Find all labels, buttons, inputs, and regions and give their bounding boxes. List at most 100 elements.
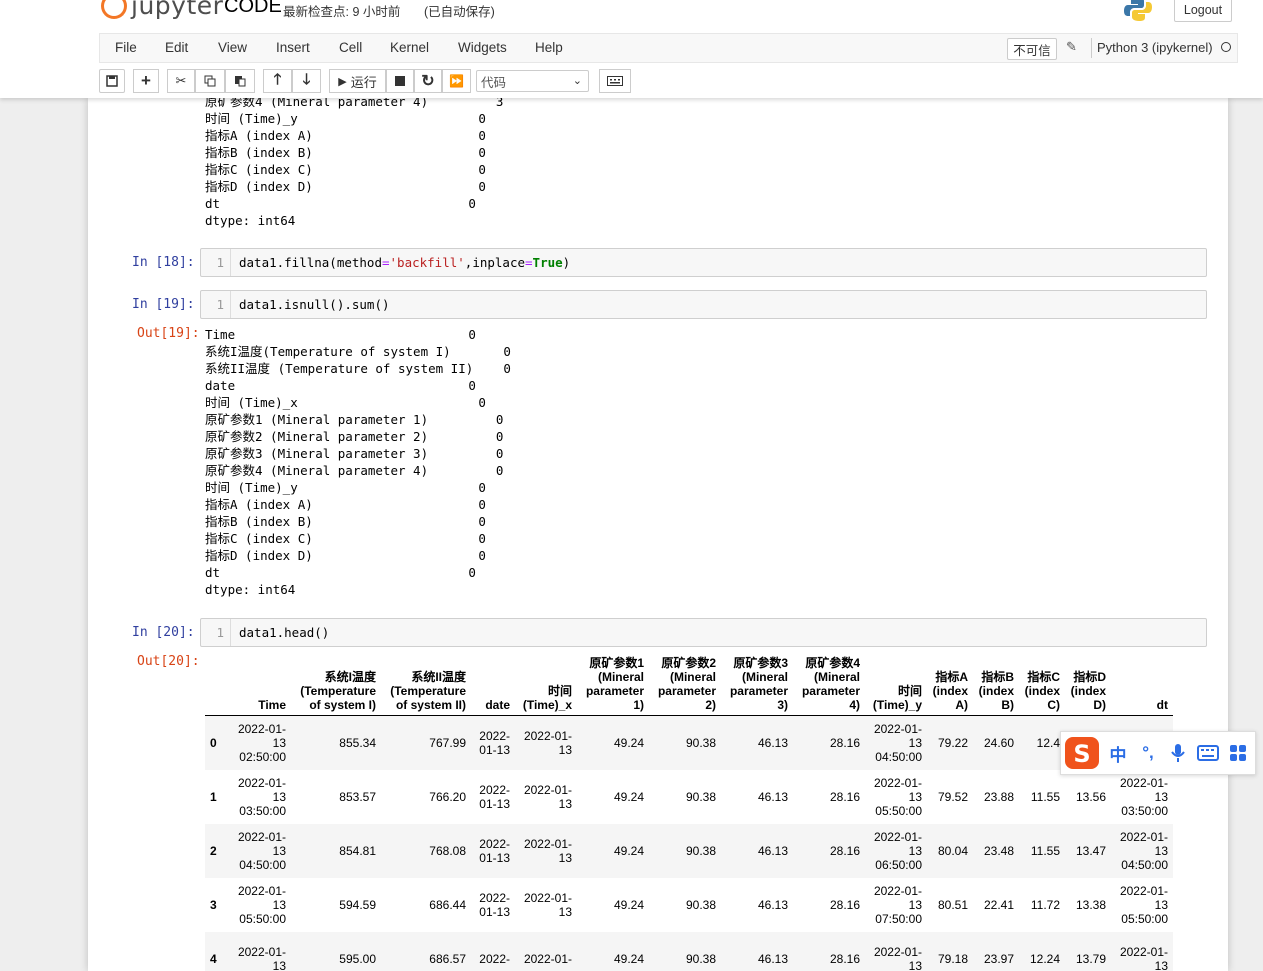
- table-cell: 11.72: [1030, 898, 1060, 912]
- ime-punctuation-toggle[interactable]: °,: [1133, 743, 1163, 763]
- menu-view[interactable]: View: [218, 40, 247, 55]
- cell-20-editor[interactable]: 1 data1.head(): [200, 618, 1207, 647]
- fast-forward-icon: ⏩: [449, 74, 464, 88]
- table-cell: 2022-01-13: [479, 891, 510, 919]
- insert-cell-button[interactable]: +: [133, 69, 159, 93]
- table-cell: 2022-01-13: [479, 729, 510, 757]
- table-cell: 2022-01-13 06:50:00: [873, 830, 922, 872]
- dataframe-table: Time 系统I温度 (Temperature of system I) 系统I…: [205, 653, 1173, 971]
- table-cell: 2022-01-13 04:50:00: [873, 722, 922, 764]
- table-cell: 79.18: [937, 952, 968, 966]
- table-cell: 594.59: [339, 898, 376, 912]
- table-cell: 28.16: [829, 952, 860, 966]
- paste-icon: [235, 76, 246, 87]
- scissors-icon: ✂: [175, 73, 187, 88]
- cell-18-code[interactable]: data1.fillna(method='backfill',inplace=T…: [239, 249, 570, 276]
- table-cell: 23.48: [983, 844, 1014, 858]
- play-icon: ▶: [338, 75, 347, 88]
- table-cell: 49.24: [613, 844, 644, 858]
- table-cell: 595.00: [339, 952, 376, 966]
- menu-insert[interactable]: Insert: [276, 40, 310, 55]
- menu-file[interactable]: File: [115, 40, 137, 55]
- microphone-icon[interactable]: [1163, 743, 1193, 763]
- table-cell: 766.20: [429, 790, 466, 804]
- table-cell: 90.38: [685, 844, 716, 858]
- table-row: 4 2022-01-13 595.00 686.57 2022- 2022-01- 49.2…: [205, 932, 1173, 971]
- ime-toolbar[interactable]: S 中 °,: [1060, 731, 1256, 775]
- kernel-name[interactable]: Python 3 (ipykernel): [1097, 40, 1213, 55]
- copy-button[interactable]: [195, 69, 225, 93]
- table-cell: 2022-01-13 05:50:00: [237, 884, 286, 926]
- table-cell: 28.16: [829, 844, 860, 858]
- cell-17-output: 原矿参数4 (Mineral parameter 4) 3 时间 (Time)_…: [205, 98, 504, 228]
- restart-button[interactable]: ↻: [414, 69, 442, 93]
- menu-widgets[interactable]: Widgets: [458, 40, 507, 55]
- row-index: 3: [210, 898, 217, 912]
- logout-button[interactable]: Logout: [1174, 0, 1232, 22]
- row-index: 4: [210, 952, 217, 966]
- table-cell: 2022-01-13 05:50:00: [873, 776, 922, 818]
- table-cell: 2022-01-13: [873, 945, 922, 971]
- keyboard-icon: [607, 76, 623, 86]
- cell-18-editor[interactable]: 1 data1.fillna(method='backfill',inplace…: [200, 248, 1207, 277]
- table-cell: 767.99: [429, 736, 466, 750]
- cell-19-code[interactable]: data1.isnull().sum(): [239, 291, 390, 318]
- command-palette-button[interactable]: [599, 69, 631, 93]
- cut-button[interactable]: ✂: [167, 69, 195, 93]
- sogou-logo-icon[interactable]: S: [1063, 735, 1103, 771]
- jupyter-logo-icon: [101, 0, 127, 19]
- table-cell: 686.57: [429, 952, 466, 966]
- table-cell: 80.51: [937, 898, 968, 912]
- menu-help[interactable]: Help: [535, 40, 563, 55]
- line-number: 1: [201, 249, 231, 276]
- index-header: [205, 653, 229, 716]
- table-cell: 12.24: [1029, 952, 1060, 966]
- autosave-status: (已自动保存): [424, 5, 495, 19]
- row-index: 0: [210, 736, 217, 750]
- cell-20-code[interactable]: data1.head(): [239, 619, 329, 646]
- column-header: 系统II温度 (Temperature of system II): [390, 670, 466, 712]
- cell-19-editor[interactable]: 1 data1.isnull().sum(): [200, 290, 1207, 319]
- cell-type-select[interactable]: 代码 ⌄: [476, 70, 589, 92]
- notebook-name[interactable]: CODE: [224, 0, 282, 18]
- move-down-button[interactable]: 🡓: [292, 69, 321, 93]
- column-header: 系统I温度 (Temperature of system I): [300, 670, 376, 712]
- column-header: Time: [258, 698, 286, 712]
- save-button[interactable]: [99, 69, 125, 93]
- ime-language-toggle[interactable]: 中: [1103, 741, 1133, 766]
- table-cell: 2022-01-13 04:50:00: [1119, 830, 1168, 872]
- menu-edit[interactable]: Edit: [165, 40, 188, 55]
- jupyter-logo[interactable]: jupyter: [101, 0, 223, 20]
- column-header: dt: [1156, 698, 1168, 712]
- column-header: 指标B (index B): [978, 670, 1014, 712]
- table-cell: 46.13: [757, 952, 788, 966]
- paste-button[interactable]: [225, 69, 255, 93]
- table-cell: 79.22: [937, 736, 968, 750]
- table-row: 0 2022-01-13 02:50:00 855.34 767.99 2022-01-…: [205, 715, 1173, 770]
- keyboard-icon[interactable]: [1193, 743, 1223, 763]
- dataframe-body: 0 2022-01-13 02:50:00 855.34 767.99 2022-01-…: [205, 715, 1173, 971]
- row-index: 1: [210, 790, 217, 804]
- column-header: 原矿参数4 (Mineral parameter 4): [801, 656, 860, 712]
- table-cell: 49.24: [613, 898, 644, 912]
- save-icon: [106, 75, 118, 87]
- interrupt-button[interactable]: [386, 69, 414, 93]
- menu-cell[interactable]: Cell: [339, 40, 362, 55]
- table-cell: 11.55: [1030, 790, 1060, 804]
- table-cell: 2022-01-13: [1119, 945, 1168, 971]
- cell-18-prompt: In [18]:: [132, 255, 195, 270]
- run-button[interactable]: ▶ 运行: [329, 69, 386, 93]
- table-cell: 768.08: [429, 844, 466, 858]
- toolbox-grid-icon[interactable]: [1223, 743, 1253, 763]
- line-number: 1: [201, 619, 231, 646]
- edit-pencil-icon[interactable]: ✎: [1066, 39, 1077, 55]
- column-header: 指标D (index D): [1070, 670, 1106, 712]
- menu-kernel[interactable]: Kernel: [390, 40, 429, 55]
- move-up-button[interactable]: 🡑: [263, 69, 292, 93]
- table-cell: 28.16: [829, 736, 860, 750]
- trusted-indicator[interactable]: 不可信: [1007, 38, 1057, 60]
- kernel-separator: [1091, 38, 1092, 58]
- table-cell: 49.24: [613, 952, 644, 966]
- table-cell: 2022-01-13: [479, 837, 510, 865]
- restart-run-all-button[interactable]: ⏩: [442, 69, 471, 93]
